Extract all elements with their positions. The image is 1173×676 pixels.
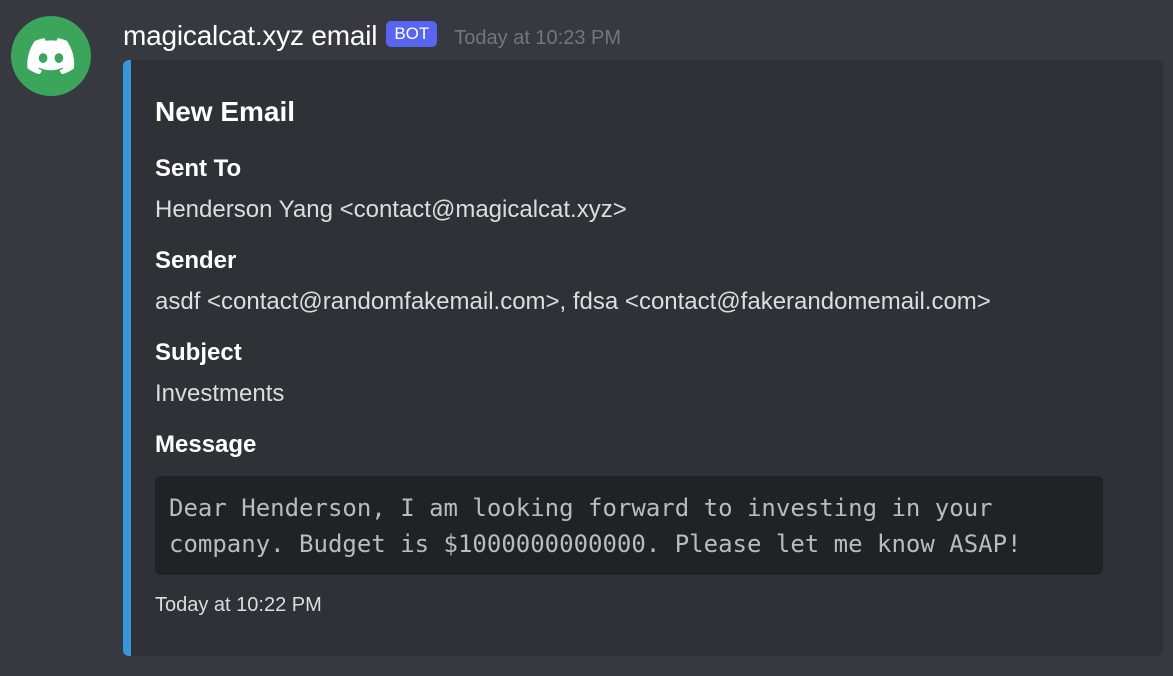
chat-message: magicalcat.xyz email BOT Today at 10:23 … <box>0 0 1173 676</box>
message-timestamp[interactable]: Today at 10:23 PM <box>454 27 621 50</box>
discord-logo-icon <box>27 38 75 74</box>
field-name-sent-to: Sent To <box>155 155 242 182</box>
bot-badge: BOT <box>386 21 438 47</box>
embed-footer-timestamp: Today at 10:22 PM <box>155 594 322 616</box>
embed-title: New Email <box>155 96 296 127</box>
field-value-sent-to: Henderson Yang <contact@magicalcat.xyz> <box>155 196 627 223</box>
author-username[interactable]: magicalcat.xyz email <box>123 20 378 52</box>
message-code-block: Dear Henderson, I am looking forward to … <box>155 476 1103 575</box>
bot-avatar[interactable] <box>11 16 91 96</box>
message-header: magicalcat.xyz email BOT Today at 10:23 … <box>123 14 621 58</box>
field-value-subject: Investments <box>155 380 285 407</box>
field-name-subject: Subject <box>155 339 242 366</box>
message-body-text: Dear Henderson, I am looking forward to … <box>169 494 1022 558</box>
field-value-sender: asdf <contact@randomfakemail.com>, fdsa … <box>155 288 991 315</box>
embed-accent-bar <box>123 60 131 656</box>
field-name-message: Message <box>155 431 257 458</box>
field-name-sender: Sender <box>155 247 237 274</box>
email-embed: New Email Sent To Henderson Yang <contac… <box>123 60 1163 656</box>
